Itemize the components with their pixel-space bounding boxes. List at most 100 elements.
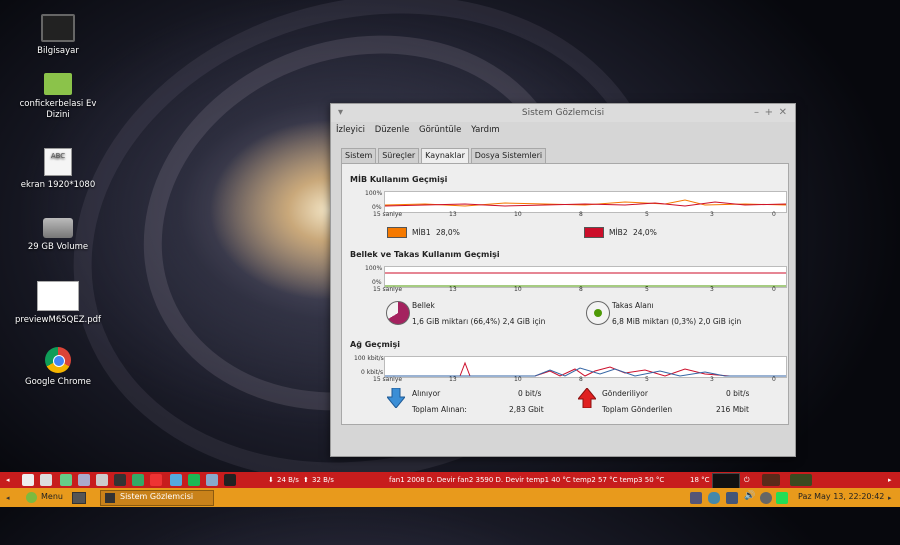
launcher-icon[interactable] [40, 474, 52, 486]
net-down-speed: 24 B/s [277, 476, 299, 484]
clock[interactable]: Paz May 13, 22:20:42 [798, 492, 884, 501]
panel-left-arrow-icon[interactable]: ◂ [6, 490, 10, 506]
network-history-graph [384, 356, 787, 378]
panel-right-arrow-icon[interactable]: ▸ [888, 490, 892, 506]
memory-label: Bellek [412, 301, 435, 310]
system-monitor-window: ▾ Sistem Gözlemcisi – + ✕ İzleyici Düzen… [330, 103, 796, 457]
memory-pie[interactable] [386, 301, 410, 325]
tab-resources[interactable]: Kaynaklar [421, 148, 469, 164]
desktop-icon-pdf[interactable]: previewM65QEZ.pdf [13, 281, 103, 326]
launcher-icon[interactable] [60, 474, 72, 486]
cpu-graph-svg [384, 199, 787, 207]
mem-x-label: 0 [772, 286, 776, 293]
menu-help[interactable]: Yardım [471, 125, 500, 135]
net-y-top: 100 kbit/s [354, 355, 384, 362]
desktop-icon-computer[interactable]: Bilgisayar [13, 14, 103, 57]
network-signal-icon[interactable] [726, 492, 738, 504]
window-title: Sistem Gözlemcisi [521, 108, 605, 118]
desktop-icon-label: Bilgisayar [37, 46, 79, 56]
menu-button[interactable]: Menu [41, 492, 63, 501]
launcher-icon[interactable] [78, 474, 90, 486]
mem-x-label: 10 [514, 286, 522, 293]
spotify-icon[interactable] [188, 474, 200, 486]
launcher-icon[interactable] [132, 474, 144, 486]
minimize-icon[interactable]: – [754, 104, 759, 122]
desktop-icon-label: previewM65QEZ.pdf [14, 315, 102, 325]
upload-arrow-icon[interactable] [578, 388, 596, 408]
cpu-x-label: 5 [645, 211, 649, 218]
cpu-x-label: 15 saniye [373, 211, 403, 218]
desktop-icon-home[interactable]: confickerbelasi Ev Dizini [13, 73, 103, 121]
media-player-icon[interactable] [114, 474, 126, 486]
download-arrow-icon[interactable] [387, 388, 405, 408]
maximize-icon[interactable]: + [765, 104, 773, 122]
mem-x-label: 8 [579, 286, 583, 293]
tab-system[interactable]: Sistem [341, 148, 377, 163]
volume-icon[interactable]: 🔊 [744, 491, 755, 501]
window-menu-icon[interactable]: ▾ [338, 104, 343, 122]
display-icon[interactable] [690, 492, 702, 504]
net-y-bottom: 0 kbit/s [361, 369, 384, 376]
window-thumbnail[interactable] [790, 474, 812, 486]
cpu1-value: 28,0% [436, 228, 460, 237]
net-up-speed: 32 B/s [312, 476, 334, 484]
desktop-icon-chrome[interactable]: Google Chrome [13, 347, 103, 388]
launcher-icon[interactable] [170, 474, 182, 486]
swap-pie[interactable] [586, 301, 610, 325]
desktop-icon-volume[interactable]: 29 GB Volume [13, 218, 103, 253]
net-x-label: 13 [449, 376, 457, 383]
mint-logo-icon[interactable] [26, 492, 37, 503]
desktop-icon-label: Google Chrome [24, 377, 92, 387]
cpu-x-label: 10 [514, 211, 522, 218]
cpu-section-title: MİB Kullanım Geçmişi [350, 175, 448, 184]
cpu-x-label: 8 [579, 211, 583, 218]
swap-detail: 6,8 MiB miktarı (0,3%) 2,0 GiB için [612, 317, 742, 326]
tab-strip: Sistem Süreçler Kaynaklar Dosya Sistemle… [341, 148, 547, 164]
mem-x-label: 3 [710, 286, 714, 293]
launcher-icon[interactable] [206, 474, 218, 486]
top-panel: ◂ ⬇ 24 B/s ⬆ 32 B/s fan1 2008 D. Devir f… [0, 472, 900, 489]
window-thumbnail[interactable] [762, 474, 780, 486]
menu-edit[interactable]: Düzenle [375, 125, 410, 135]
chrome-launcher-icon[interactable] [150, 474, 162, 486]
total-sent-value: 216 Mbit [716, 405, 749, 414]
cpu-mini-graph[interactable] [712, 473, 740, 489]
monitor-icon [41, 14, 75, 42]
taskbar-item-system-monitor[interactable]: Sistem Gözlemcisi [100, 490, 214, 506]
settings-icon[interactable] [760, 492, 772, 504]
net-x-label: 5 [645, 376, 649, 383]
window-titlebar[interactable]: ▾ Sistem Gözlemcisi – + ✕ [331, 104, 795, 122]
mem-x-label: 15 saniye [373, 286, 403, 293]
cpu2-color-swatch[interactable] [584, 227, 604, 238]
close-icon[interactable]: ✕ [779, 104, 787, 122]
menu-monitor[interactable]: İzleyici [336, 125, 365, 135]
total-received-value: 2,83 Gbit [509, 405, 544, 414]
receiving-value: 0 bit/s [518, 389, 542, 398]
launcher-icon[interactable] [22, 474, 34, 486]
shield-icon[interactable] [708, 492, 720, 504]
desktop-icon-screenshot[interactable]: ABC ekran 1920*1080 [13, 148, 103, 191]
power-icon[interactable]: ⏻ [744, 472, 750, 488]
show-desktop-icon[interactable] [72, 492, 86, 504]
net-up-arrow-icon: ⬆ [303, 476, 309, 484]
keyboard-icon[interactable] [776, 492, 788, 504]
mem-x-label: 5 [645, 286, 649, 293]
receiving-label: Alınıyor [412, 389, 441, 398]
tab-processes[interactable]: Süreçler [378, 148, 420, 163]
tab-filesystems[interactable]: Dosya Sistemleri [470, 148, 547, 163]
cpu-x-label: 3 [710, 211, 714, 218]
desktop-icon-label: confickerbelasi Ev Dizini [19, 99, 97, 120]
panel-left-arrow-icon[interactable]: ◂ [6, 472, 10, 488]
net-x-label: 10 [514, 376, 522, 383]
home-folder-icon [44, 73, 72, 95]
weather-temperature: 18 °C [690, 476, 710, 484]
desktop-icon-label: ekran 1920*1080 [20, 180, 96, 190]
panel-right-arrow-icon[interactable]: ▸ [888, 472, 892, 488]
menu-view[interactable]: Görüntüle [419, 125, 461, 135]
terminal-icon[interactable] [224, 474, 236, 486]
pdf-file-icon [37, 281, 79, 311]
memory-graph-svg [385, 272, 786, 287]
cpu1-color-swatch[interactable] [387, 227, 407, 238]
calculator-icon[interactable] [96, 474, 108, 486]
net-x-label: 0 [772, 376, 776, 383]
